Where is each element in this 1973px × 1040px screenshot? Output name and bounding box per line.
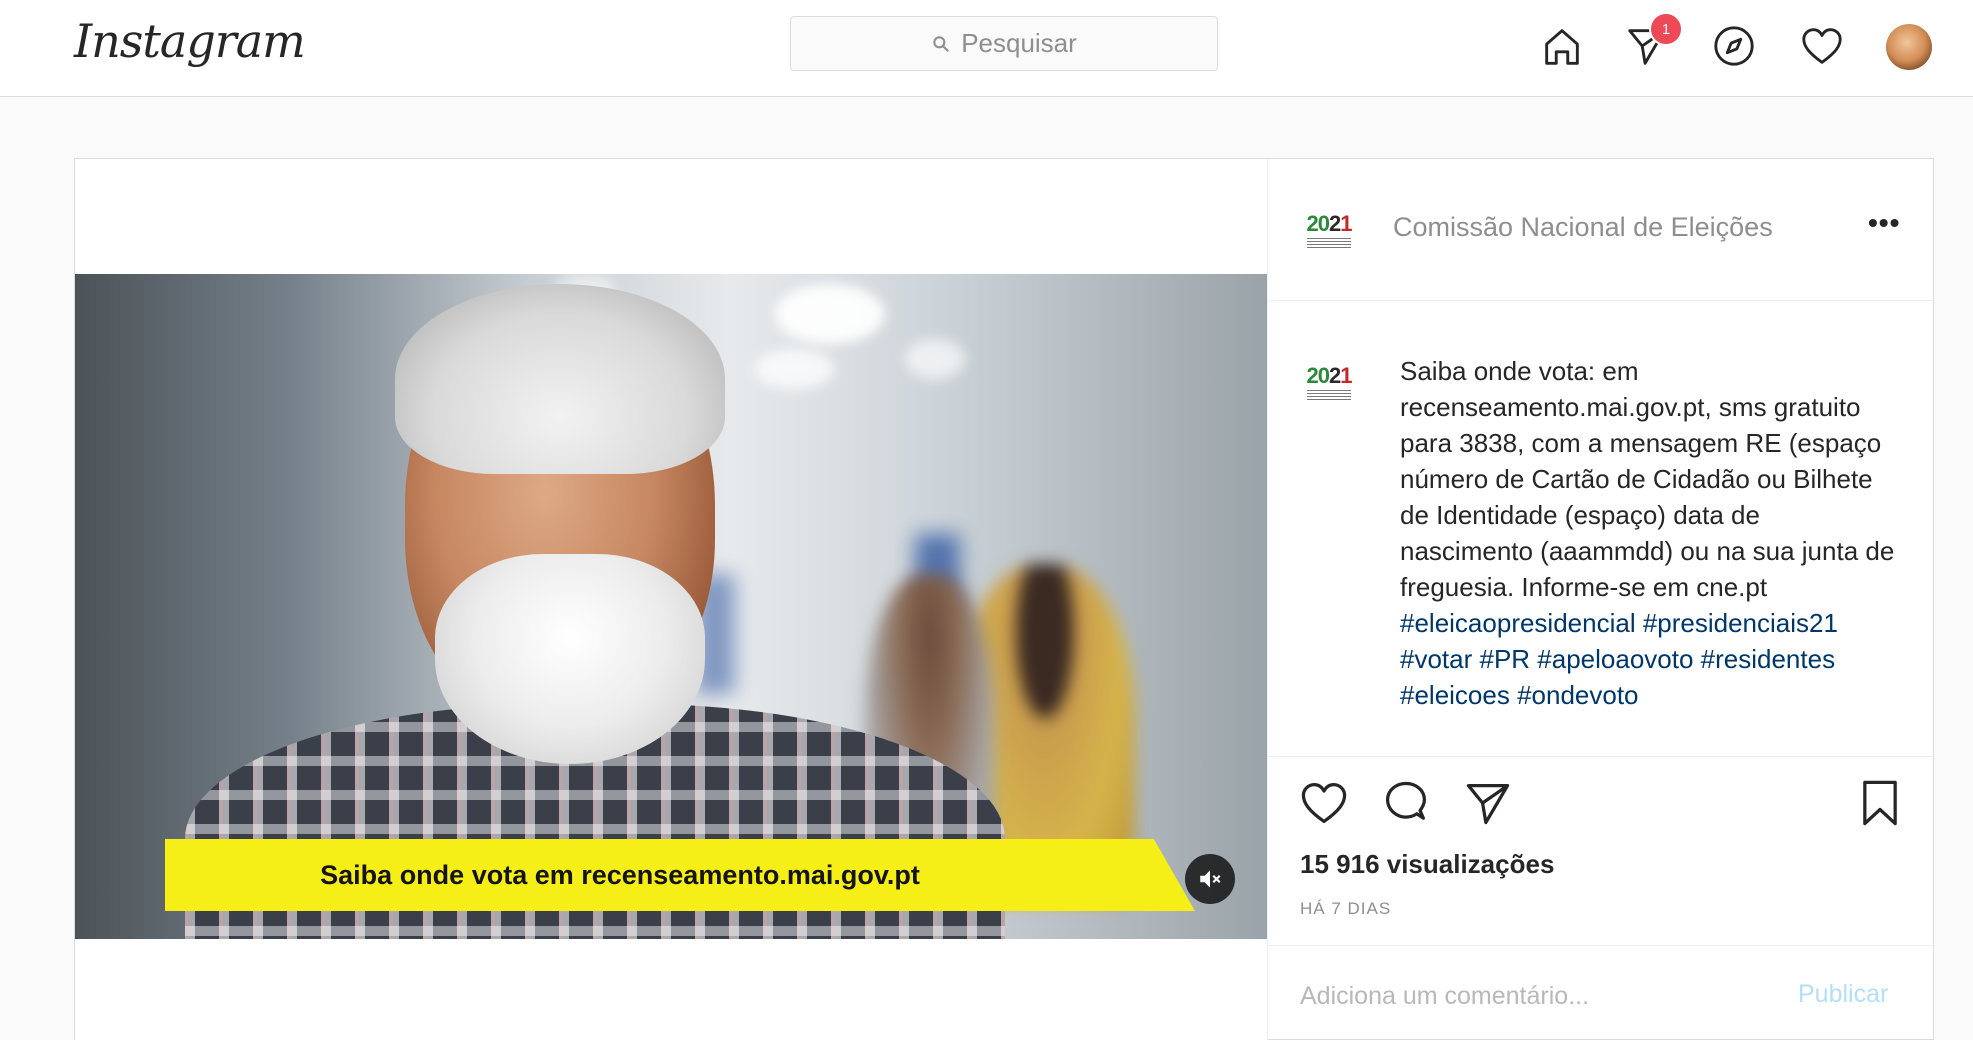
comment-button[interactable] [1380,777,1432,829]
publish-button[interactable]: Publicar [1798,980,1888,1009]
notification-badge: 1 [1649,12,1683,46]
share-button[interactable] [1462,777,1514,829]
explore-icon [1714,26,1754,66]
mute-button[interactable] [1185,854,1235,904]
instagram-logo[interactable]: Instagram [74,14,306,68]
home-icon [1545,29,1579,65]
more-options-button[interactable]: ••• [1868,207,1900,239]
comment-input[interactable] [1300,976,1780,1016]
post-header: 2021 Comissão Nacional de Eleições ••• [1268,159,1935,301]
save-button[interactable] [1854,777,1906,829]
heart-icon [1301,782,1347,824]
search-box[interactable]: Pesquisar [790,16,1218,71]
comment-icon [1385,781,1427,820]
home-button[interactable] [1538,22,1586,70]
top-nav-bar: Instagram Pesquisar 1 [0,0,1973,97]
post-video[interactable]: Saiba onde vota em recenseamento.mai.gov… [75,274,1267,939]
view-count: 15 916 visualizações [1300,849,1555,879]
post-sidebar: 2021 Comissão Nacional de Eleições ••• 2… [1267,159,1935,1040]
caption-avatar[interactable]: 2021 [1300,353,1358,411]
like-button[interactable] [1298,777,1350,829]
share-icon [1466,784,1510,825]
mute-icon [1200,870,1221,888]
heart-icon [1802,28,1842,64]
search-placeholder: Pesquisar [961,28,1077,58]
post-actions [1268,756,1935,864]
video-caption-text: Saiba onde vota em recenseamento.mai.gov… [320,859,920,890]
account-name[interactable]: Comissão Nacional de Eleições [1393,212,1773,243]
caption-hashtags[interactable]: #eleicaopresidencial #presidenciais21 #v… [1400,608,1838,710]
caption-body: Saiba onde vota: em recenseamento.mai.go… [1400,356,1895,602]
comment-composer: Publicar [1268,945,1935,1040]
post-caption: 2021 Saiba onde vota: em recenseamento.m… [1268,301,1935,756]
post-media: Saiba onde vota em recenseamento.mai.gov… [75,159,1267,1040]
search-icon [933,35,949,52]
caption-text: Saiba onde vota: em recenseamento.mai.go… [1400,353,1900,713]
video-caption-band: Saiba onde vota em recenseamento.mai.gov… [165,839,1195,911]
direct-button[interactable]: 1 [1623,12,1683,70]
account-avatar[interactable]: 2021 [1300,201,1358,259]
activity-button[interactable] [1798,22,1846,70]
profile-avatar[interactable] [1886,24,1932,70]
explore-button[interactable] [1710,22,1758,70]
post-date[interactable]: HÁ 7 DIAS [1300,899,1391,919]
bookmark-icon [1863,780,1897,826]
post-card: Saiba onde vota em recenseamento.mai.gov… [74,158,1935,1040]
